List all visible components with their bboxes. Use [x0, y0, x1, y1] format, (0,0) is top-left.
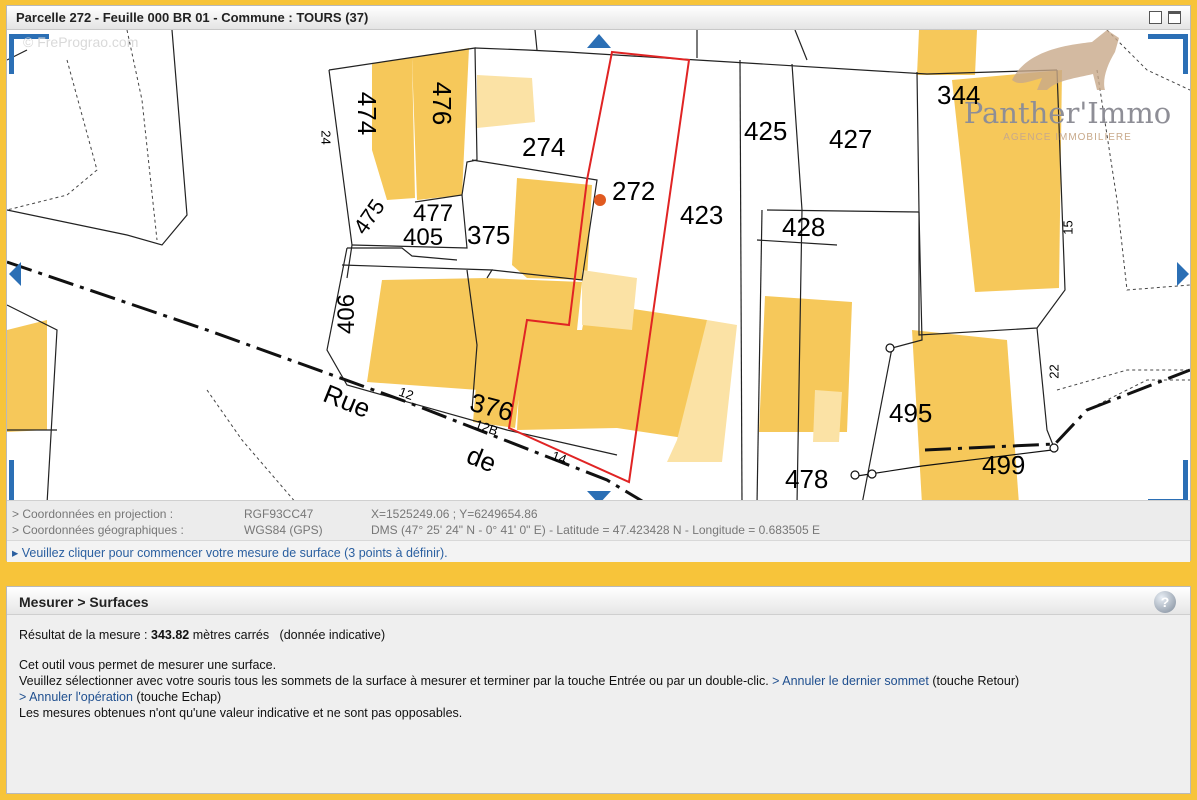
- description-line-1: Cet outil vous permet de mesurer une sur…: [19, 658, 277, 672]
- map-panel: Parcelle 272 - Feuille 000 BR 01 - Commu…: [6, 5, 1191, 562]
- cadastral-map[interactable]: © FrePrograo.com Panther'Immo AGENCE IMM…: [7, 30, 1190, 504]
- parcel-label-406: 406: [333, 293, 361, 335]
- geographic-label: > Coordonnées géographiques :: [12, 523, 184, 537]
- description-line-3: > Annuler l'opération (touche Echap): [19, 689, 1019, 705]
- geographic-system: WGS84 (GPS): [244, 523, 323, 537]
- undo-last-key: (touche Retour): [928, 674, 1020, 688]
- measure-hint-bar: ▸ Veuillez cliquer pour commencer votre …: [7, 540, 1190, 562]
- geographic-value: DMS (47° 25' 24" N - 0° 41' 0" E) - Lati…: [371, 523, 820, 537]
- brand-name: Panther'Immo: [963, 96, 1172, 130]
- undo-last-vertex-link[interactable]: > Annuler le dernier sommet: [772, 674, 929, 688]
- projection-label: > Coordonnées en projection :: [12, 507, 174, 521]
- measure-result: Résultat de la mesure : 343.82 mètres ca…: [19, 627, 1019, 643]
- parcel-label-476: 476: [427, 81, 458, 126]
- map-watermark: © FrePrograo.com: [23, 34, 139, 50]
- result-prefix: Résultat de la mesure :: [19, 628, 152, 642]
- measure-panel-body: Résultat de la mesure : 343.82 mètres ca…: [19, 627, 1019, 721]
- parcel-label-428: 428: [782, 212, 826, 242]
- brand-logo: Panther'Immo AGENCE IMMOBILIERE: [955, 96, 1180, 143]
- small-label-24: 24: [318, 130, 334, 145]
- parcel-label-274: 274: [522, 132, 566, 162]
- result-value: 343.82: [151, 628, 190, 642]
- parcel-label-478: 478: [785, 464, 829, 494]
- description-line-4: Les mesures obtenues n'ont qu'une valeur…: [19, 706, 463, 720]
- description-line-2: Veuillez sélectionner avec votre souris …: [19, 673, 1019, 689]
- maximize-window-icon[interactable]: [1168, 11, 1181, 24]
- restore-window-icon[interactable]: [1149, 11, 1162, 24]
- parcel-label-375: 375: [467, 220, 511, 250]
- parcel-label-474: 474: [352, 91, 383, 136]
- measure-hint: ▸ Veuillez cliquer pour commencer votre …: [12, 546, 448, 560]
- parcel-label-495: 495: [889, 398, 933, 428]
- coordinates-bar: > Coordonnées en projection : RGF93CC47 …: [7, 500, 1190, 540]
- cancel-operation-link[interactable]: > Annuler l'opération: [19, 690, 133, 704]
- projection-value: X=1525249.06 ; Y=6249654.86: [371, 507, 538, 521]
- projection-system: RGF93CC47: [244, 507, 314, 521]
- measure-panel: Mesurer > Surfaces ? Résultat de la mesu…: [6, 586, 1191, 794]
- map-titlebar: Parcelle 272 - Feuille 000 BR 01 - Commu…: [7, 6, 1190, 30]
- parcel-label-405: 405: [403, 224, 444, 251]
- parcel-label-425: 425: [744, 116, 788, 146]
- map-title: Parcelle 272 - Feuille 000 BR 01 - Commu…: [16, 10, 369, 25]
- small-label-22: 22: [1046, 364, 1062, 379]
- measure-panel-title: Mesurer > Surfaces: [19, 594, 149, 610]
- parcel-label-423: 423: [680, 200, 724, 230]
- help-icon[interactable]: ?: [1154, 591, 1176, 613]
- description-text: Veuillez sélectionner avec votre souris …: [19, 674, 773, 688]
- parcel-label-499: 499: [982, 450, 1026, 480]
- brand-tagline: AGENCE IMMOBILIERE: [1003, 132, 1132, 143]
- parcel-label-272: 272: [612, 176, 656, 206]
- measure-panel-header: Mesurer > Surfaces ?: [7, 587, 1190, 615]
- parcel-label-427: 427: [829, 124, 873, 154]
- parcel-label-344: 344: [937, 80, 981, 110]
- cancel-key: (touche Echap): [132, 690, 222, 704]
- result-suffix: mètres carrés (donnée indicative): [189, 628, 386, 642]
- small-label-15: 15: [1060, 220, 1076, 235]
